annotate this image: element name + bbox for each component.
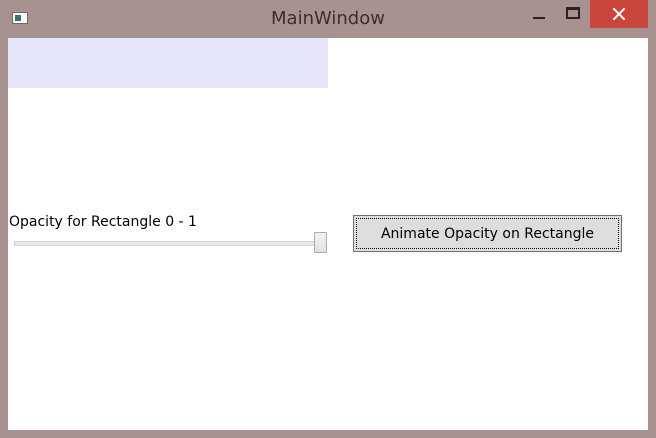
- slider-track[interactable]: [14, 241, 316, 246]
- minimize-button[interactable]: [522, 0, 556, 28]
- close-icon: [612, 7, 626, 21]
- animate-opacity-button-label: Animate Opacity on Rectangle: [356, 218, 619, 249]
- maximize-icon: [566, 7, 580, 19]
- main-window: MainWindow Opacity for Rectangle 0 - 1 A…: [0, 0, 656, 438]
- title-bar[interactable]: MainWindow: [0, 0, 656, 38]
- slider-label: Opacity for Rectangle 0 - 1: [9, 214, 197, 230]
- close-button[interactable]: [590, 0, 648, 28]
- client-area: Opacity for Rectangle 0 - 1 Animate Opac…: [8, 38, 648, 430]
- slider-thumb[interactable]: [314, 232, 327, 253]
- minimize-icon: [533, 17, 545, 19]
- opacity-slider[interactable]: [14, 232, 328, 254]
- animate-opacity-button[interactable]: Animate Opacity on Rectangle: [353, 215, 622, 252]
- maximize-button[interactable]: [556, 0, 590, 28]
- target-rectangle: [8, 38, 328, 88]
